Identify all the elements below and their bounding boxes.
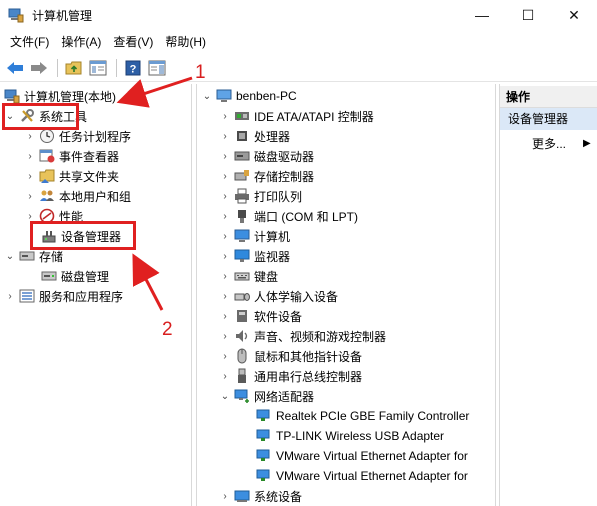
annotation-arrows bbox=[116, 76, 193, 311]
annotation-step-1: 1 bbox=[195, 62, 206, 83]
annotation-arrow-1 bbox=[116, 76, 193, 108]
annotation-step-2: 2 bbox=[162, 319, 173, 340]
annotation-arrow-2 bbox=[132, 253, 164, 311]
